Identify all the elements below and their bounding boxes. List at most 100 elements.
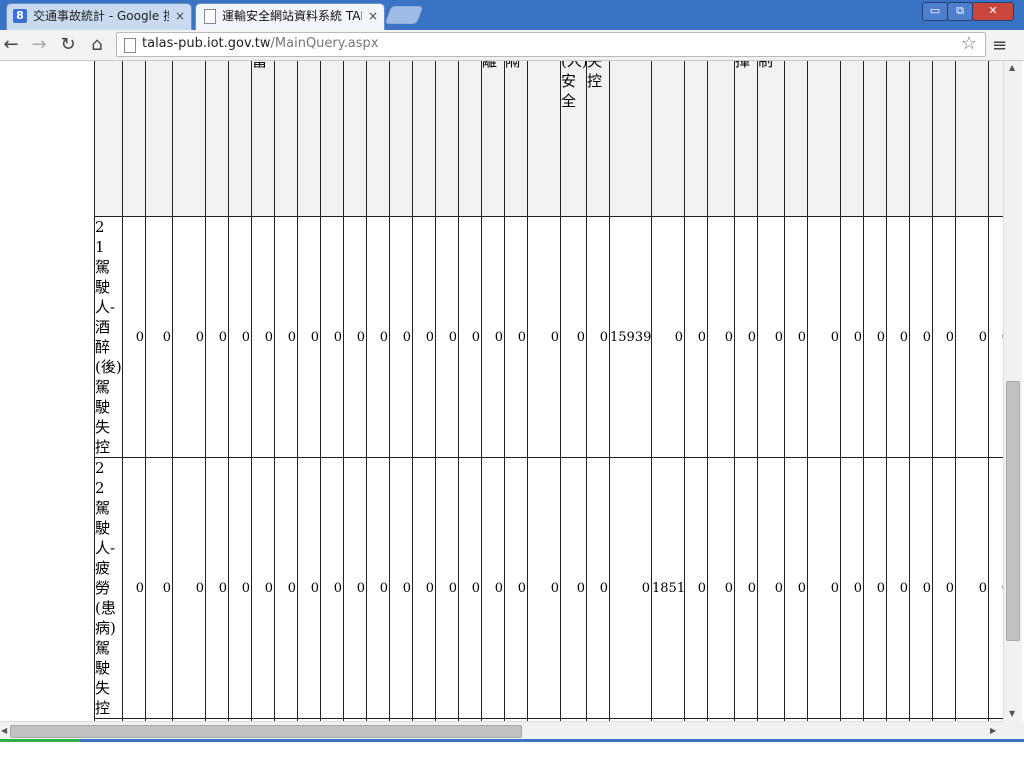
column-header bbox=[320, 61, 344, 217]
taskbar-strip bbox=[0, 739, 1024, 742]
table-cell: 0 bbox=[389, 216, 413, 458]
horizontal-scroll-thumb[interactable] bbox=[10, 725, 522, 738]
table-cell: 0 bbox=[586, 216, 610, 458]
table-cell: 0 bbox=[297, 457, 321, 719]
tab-close-icon[interactable]: × bbox=[175, 4, 185, 28]
column-header bbox=[863, 61, 887, 217]
table-cell: 0 bbox=[458, 216, 482, 458]
row-label-text: 21駕駛人-酒醉(後)駕駛失控 bbox=[95, 218, 122, 456]
table-cell: 0 bbox=[145, 216, 173, 458]
column-header: 指揮 bbox=[734, 61, 758, 217]
back-arrow-icon[interactable]: ← bbox=[0, 34, 22, 56]
table-cell: 0 bbox=[807, 457, 841, 719]
table-cell: 0 bbox=[586, 457, 610, 719]
new-tab-button[interactable] bbox=[384, 6, 424, 24]
column-header: 距離 bbox=[481, 61, 505, 217]
scroll-right-arrow-icon[interactable]: ▶ bbox=[990, 726, 996, 735]
table-cell: 0 bbox=[863, 457, 887, 719]
table-cell: 0 bbox=[122, 457, 146, 719]
table-cell: 0 bbox=[527, 216, 561, 458]
column-header bbox=[228, 61, 252, 217]
horizontal-scrollbar[interactable]: ◀ ▶ bbox=[0, 721, 1003, 740]
column-header: 車(人)安全 bbox=[560, 61, 587, 217]
table-cell: 0 bbox=[389, 457, 413, 719]
maximize-button[interactable]: ⧉ bbox=[947, 2, 973, 21]
table-cell: 0 bbox=[458, 457, 482, 719]
url-text[interactable]: talas-pub.iot.gov.tw/MainQuery.aspx bbox=[142, 36, 378, 51]
table-cell: 0 bbox=[955, 457, 989, 719]
window-title-bar: 8 交通事故統計 - Google 搜尋 × 運輸安全網站資料系統 TALAS … bbox=[0, 0, 1024, 30]
header-row: 判 不當 距離間隔 車(人)安全駛失控 指揮禁制 備 bbox=[94, 61, 1003, 217]
column-header bbox=[343, 61, 367, 217]
close-window-button[interactable]: ✕ bbox=[972, 2, 1014, 21]
table-row: 21駕駛人-酒醉(後)駕駛失控 0 0 0 0 0 0 0 0 0 0 0 0 0 0 0 0 0 0 0 0 15939… bbox=[94, 216, 1003, 458]
reload-icon[interactable]: ↻ bbox=[57, 34, 79, 56]
table-cell: 0 bbox=[412, 216, 436, 458]
taskbar-accent bbox=[0, 739, 80, 742]
column-header bbox=[684, 61, 708, 217]
table-cell: 0 bbox=[560, 216, 587, 458]
table-cell: 0 bbox=[757, 457, 785, 719]
column-header-label: 禁制 bbox=[758, 61, 774, 70]
column-header-label: 間隔 bbox=[505, 61, 521, 70]
table-cell: 0 bbox=[527, 457, 561, 719]
page-icon bbox=[124, 38, 136, 53]
table-cell: 0 bbox=[251, 457, 275, 719]
column-header bbox=[909, 61, 933, 217]
table-cell: 0 bbox=[707, 216, 735, 458]
column-header-label: 指揮 bbox=[735, 61, 751, 70]
column-header bbox=[172, 61, 206, 217]
table-cell: 0 bbox=[274, 216, 298, 458]
status-bar bbox=[0, 739, 1024, 768]
column-header bbox=[955, 61, 989, 217]
table-cell: 0 bbox=[366, 216, 390, 458]
vertical-scrollbar[interactable]: ▲ ▼ bbox=[1003, 61, 1022, 721]
tab-close-icon[interactable]: × bbox=[368, 4, 378, 28]
table-cell: 0 bbox=[412, 457, 436, 719]
table-cell: 0 bbox=[784, 457, 808, 719]
table-cell: 0 bbox=[863, 216, 887, 458]
address-bar[interactable]: talas-pub.iot.gov.tw/MainQuery.aspx ☆ bbox=[116, 32, 986, 57]
table-cell: 0 bbox=[205, 457, 229, 719]
vertical-scroll-thumb[interactable] bbox=[1006, 381, 1020, 641]
table-cell: 0 bbox=[504, 457, 528, 719]
column-header bbox=[707, 61, 735, 217]
table-cell: 0 bbox=[886, 457, 910, 719]
table-cell: 0 bbox=[320, 457, 344, 719]
column-header: 間隔 bbox=[504, 61, 528, 217]
scroll-up-arrow-icon[interactable]: ▲ bbox=[1009, 63, 1015, 72]
column-header bbox=[297, 61, 321, 217]
column-header bbox=[609, 61, 652, 217]
column-header bbox=[205, 61, 229, 217]
table-cell: 0 bbox=[734, 216, 758, 458]
forward-arrow-icon[interactable]: → bbox=[28, 34, 50, 56]
row-label-text: 22駕駛人-疲勞(患病)駕駛失控 bbox=[95, 459, 116, 717]
table-cell: 0 bbox=[840, 216, 864, 458]
table-cell: 0 bbox=[707, 457, 735, 719]
table-cell: 0 bbox=[988, 216, 1003, 458]
row-label: 22駕駛人-疲勞(患病)駕駛失控 bbox=[94, 457, 123, 719]
column-header bbox=[274, 61, 298, 217]
scroll-down-arrow-icon[interactable]: ▼ bbox=[1009, 709, 1015, 718]
table-cell: 0 bbox=[320, 216, 344, 458]
menu-icon[interactable]: ≡ bbox=[992, 35, 1007, 56]
bookmark-star-icon[interactable]: ☆ bbox=[961, 33, 977, 54]
tab-google-search[interactable]: 8 交通事故統計 - Google 搜尋 × bbox=[6, 3, 192, 30]
column-header bbox=[651, 61, 685, 217]
table-cell: 0 bbox=[757, 216, 785, 458]
tab-talas[interactable]: 運輸安全網站資料系統 TALAS × bbox=[195, 3, 385, 30]
column-header: 禁制 bbox=[757, 61, 785, 217]
scroll-left-arrow-icon[interactable]: ◀ bbox=[1, 726, 7, 735]
table-cell: 0 bbox=[366, 457, 390, 719]
minimize-button[interactable]: ▭ bbox=[922, 2, 948, 21]
table-cell: 1851 bbox=[651, 457, 685, 719]
table-cell: 0 bbox=[343, 457, 367, 719]
column-header bbox=[988, 61, 1003, 217]
row-label-header: 判 bbox=[94, 61, 123, 217]
table-row: 22駕駛人-疲勞(患病)駕駛失控 0 0 0 0 0 0 0 0 0 0 0 0 0 0 0 0 0 0 0 0 0 185… bbox=[94, 457, 1003, 719]
home-icon[interactable]: ⌂ bbox=[86, 34, 108, 56]
table-cell: 0 bbox=[172, 457, 206, 719]
column-header bbox=[122, 61, 146, 217]
table-cell: 0 bbox=[609, 457, 652, 719]
url-host: talas-pub.iot.gov.tw bbox=[142, 36, 271, 51]
